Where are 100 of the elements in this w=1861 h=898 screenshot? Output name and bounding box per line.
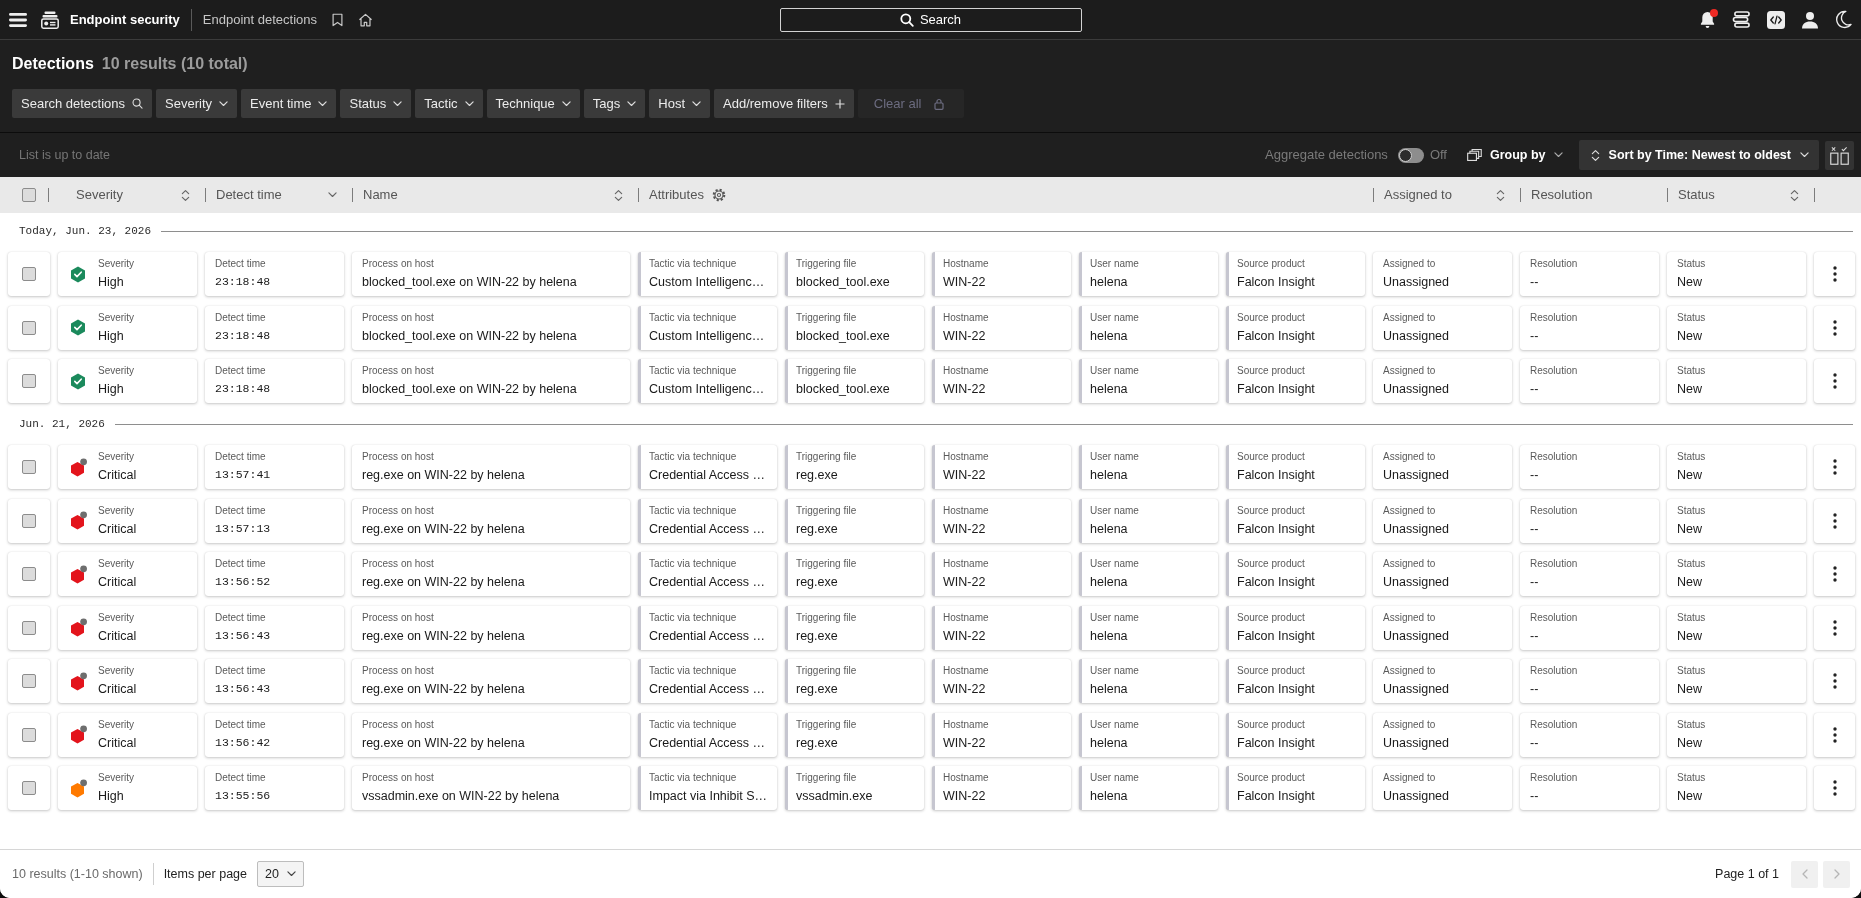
field-label: Tactic via technique — [649, 772, 737, 784]
filter-button[interactable]: Tags — [583, 89, 646, 118]
field-label: Resolution — [1530, 311, 1578, 324]
row-checkbox[interactable] — [22, 781, 36, 795]
field-value: Unassigned — [1383, 467, 1449, 483]
filter-button[interactable]: Tactic — [415, 89, 483, 118]
stacked-bars-icon[interactable] — [1732, 11, 1751, 28]
field-label: Source product — [1237, 772, 1305, 784]
field-label: Process on host — [362, 718, 434, 731]
filter-button[interactable]: Add/remove filters — [714, 89, 854, 118]
field-value: WIN-22 — [943, 520, 986, 537]
field-value: helena — [1090, 681, 1128, 697]
row-menu-button[interactable] — [1814, 305, 1855, 350]
column-header[interactable]: Attributes — [638, 177, 1365, 213]
field-value: New — [1677, 327, 1702, 344]
row-menu-button[interactable] — [1814, 712, 1855, 757]
field-label: Status — [1677, 665, 1706, 677]
row-checkbox[interactable] — [22, 320, 36, 335]
field-value: Falcon Insight — [1237, 788, 1315, 804]
column-header[interactable]: Status — [1667, 177, 1806, 213]
aggregate-toggle[interactable] — [1397, 147, 1424, 163]
field-value: 13:57:41 — [215, 467, 271, 483]
filter-button[interactable]: Technique — [486, 89, 580, 118]
filter-button[interactable]: Search detections — [12, 89, 153, 118]
column-header[interactable]: Name — [352, 177, 630, 213]
field-label: Triggering file — [796, 611, 857, 624]
column-header[interactable]: Severity — [58, 177, 197, 213]
field-label: Tactic via technique — [649, 665, 737, 677]
row-menu-button[interactable] — [1814, 766, 1855, 810]
bell-icon[interactable] — [1699, 10, 1716, 29]
row-checkbox[interactable] — [22, 460, 36, 474]
row-menu-button[interactable] — [1814, 445, 1855, 489]
row-checkbox[interactable] — [22, 620, 36, 635]
field-value: blocked_tool.exe — [796, 274, 890, 290]
group-by-button[interactable]: Group by — [1467, 145, 1563, 165]
lock-icon — [933, 97, 944, 110]
column-header[interactable]: Assigned to — [1373, 177, 1512, 213]
field-label: User name — [1090, 558, 1139, 570]
select-all-checkbox[interactable] — [22, 188, 36, 202]
filter-button[interactable]: Severity — [156, 89, 238, 118]
field-label: Severity — [98, 718, 135, 731]
menu-icon[interactable] — [9, 12, 27, 27]
row-checkbox[interactable] — [22, 513, 36, 528]
field-value: WIN-22 — [943, 627, 986, 644]
moon-icon[interactable] — [1835, 10, 1852, 29]
row-menu-button[interactable] — [1814, 252, 1855, 296]
field-label: Process on host — [362, 772, 434, 784]
home-icon[interactable] — [358, 12, 373, 27]
user-icon[interactable] — [1801, 10, 1819, 29]
field-label: Source product — [1237, 718, 1305, 731]
field-label: Detect time — [215, 451, 266, 463]
bookmark-icon[interactable] — [332, 12, 343, 27]
filter-button[interactable]: Status — [340, 89, 412, 118]
row-checkbox[interactable] — [22, 267, 36, 281]
items-per-page-select[interactable]: 20 — [257, 861, 304, 887]
field-label: Hostname — [943, 311, 989, 324]
field-value: Credential Access … — [649, 467, 766, 483]
field-value: Falcon Insight — [1237, 627, 1315, 644]
filter-button[interactable]: Event time — [241, 89, 337, 118]
field-label: Triggering file — [796, 451, 857, 463]
row-menu-button[interactable] — [1814, 498, 1855, 543]
field-value: Unassigned — [1383, 274, 1449, 290]
column-header[interactable]: Detect time — [205, 177, 344, 213]
filter-button[interactable]: Host — [649, 89, 711, 118]
field-value: WIN-22 — [943, 274, 986, 290]
field-value: New — [1677, 627, 1702, 644]
row-menu-button[interactable] — [1814, 359, 1855, 403]
field-label: Assigned to — [1383, 451, 1436, 463]
card-stack-icon[interactable] — [41, 10, 59, 29]
field-value: reg.exe on WIN-22 by helena — [362, 734, 525, 751]
row-menu-button[interactable] — [1814, 605, 1855, 650]
field-label: Tactic via technique — [649, 611, 737, 624]
row-checkbox[interactable] — [22, 374, 36, 388]
row-checkbox[interactable] — [22, 674, 36, 688]
settings-icon[interactable] — [711, 188, 726, 202]
row-checkbox[interactable] — [22, 727, 36, 742]
field-value: WIN-22 — [943, 381, 986, 397]
field-value: Unassigned — [1383, 788, 1449, 804]
field-label: User name — [1090, 772, 1139, 784]
field-value: -- — [1530, 467, 1539, 483]
field-value: Falcon Insight — [1237, 734, 1315, 751]
row-menu-button[interactable] — [1814, 659, 1855, 703]
code-icon[interactable] — [1767, 10, 1785, 29]
field-value: -- — [1530, 627, 1539, 644]
more-icon — [1832, 459, 1837, 475]
field-label: Severity — [98, 365, 135, 377]
field-label: Process on host — [362, 365, 434, 377]
row-checkbox[interactable] — [22, 567, 36, 581]
field-label: Triggering file — [796, 772, 857, 784]
row-menu-button[interactable] — [1814, 552, 1855, 596]
field-value: reg.exe on WIN-22 by helena — [362, 627, 525, 644]
column-header[interactable]: Resolution — [1520, 177, 1659, 213]
column-layout-button[interactable] — [1825, 140, 1854, 170]
field-value: 13:56:43 — [215, 681, 271, 697]
field-label: User name — [1090, 718, 1139, 731]
more-icon — [1832, 566, 1837, 582]
app-name[interactable]: Endpoint security — [70, 9, 180, 30]
search-button[interactable]: Search — [779, 7, 1082, 32]
more-icon — [1832, 780, 1837, 796]
sort-button[interactable]: Sort by Time: Newest to oldest — [1578, 140, 1819, 170]
